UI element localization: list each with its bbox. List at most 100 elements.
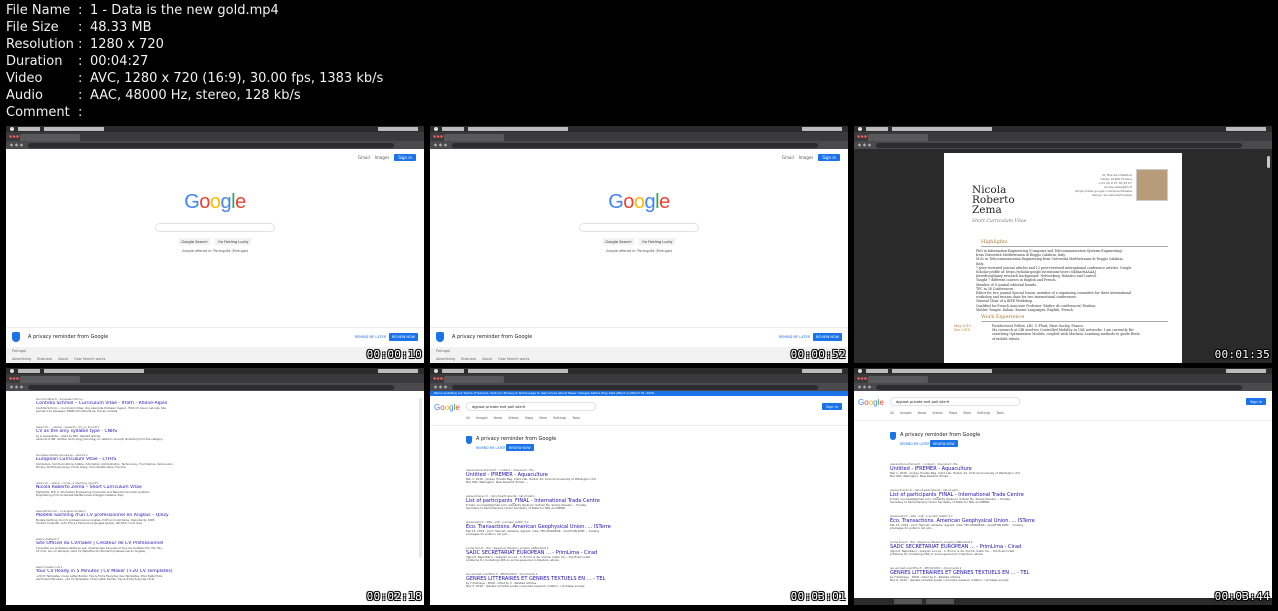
search-result: aquaculture.ifremer.fr › content › downl… — [466, 468, 616, 485]
browser-tab — [868, 134, 928, 141]
scrollbar — [419, 398, 422, 558]
tab-tools: Tools — [996, 411, 1005, 415]
browser-tabbar — [854, 374, 1272, 383]
google-top-links: Gmail Images Sign in — [358, 154, 416, 161]
result-snippet: versions to ISB. Gintikar technology pho… — [36, 437, 164, 441]
remind-later-link: REMIND ME LATER — [476, 446, 506, 450]
meta-row-video: Video : AVC, 1280 x 720 (16:9), 30.00 fp… — [6, 70, 383, 87]
logo-letter: o — [633, 191, 645, 213]
tab-all: All — [466, 416, 470, 420]
file-metadata: File Name : 1 - Data is the new gold.mp4… — [6, 2, 383, 121]
sign-in-button: Sign in — [822, 403, 842, 410]
logo-letter: G — [184, 191, 200, 213]
window-controls-icon — [433, 135, 443, 138]
browser-tab — [868, 376, 928, 383]
remind-later-link: REMIND ME LATER — [354, 335, 386, 339]
gmail-link: Gmail — [782, 155, 794, 160]
browser-tabbar — [430, 374, 848, 383]
meta-separator: : — [78, 54, 83, 69]
thumbnail-search-results-privacy: We're updating our Terms of Service. Vis… — [430, 368, 848, 605]
privacy-title: A privacy reminder from Google — [476, 436, 557, 442]
google-home-page: Gmail Images Sign in Google Google Searc… — [6, 149, 424, 363]
tab-settings: Settings — [977, 411, 991, 415]
meta-key: Comment — [6, 105, 70, 120]
search-buttons: Google Search I'm Feeling Lucky — [178, 238, 252, 245]
meta-key: File Size — [6, 20, 59, 35]
meta-separator: : — [78, 71, 83, 86]
meta-separator: : — [78, 3, 83, 18]
meta-row-file-size: File Size : 48.33 MB — [6, 19, 383, 36]
taskbar-item — [926, 599, 954, 604]
browser-tab — [444, 376, 504, 383]
tab-maps: Maps — [524, 416, 534, 420]
meta-key: Video — [6, 71, 43, 86]
cv-page: Nicola Roberto Zema Short Curriculum Vit… — [944, 153, 1182, 363]
meta-row-duration: Duration : 00:04:27 — [6, 53, 383, 70]
meta-row-comment: Comment : — [6, 104, 383, 121]
tab-images: Images — [475, 416, 488, 420]
privacy-reminder: A privacy reminder from Google REMIND ME… — [430, 327, 848, 347]
logo-letter: e — [879, 398, 884, 407]
result-snippet: privileges for public's roll poll... — [466, 533, 510, 537]
nav-buttons-icon — [433, 385, 449, 389]
result-snippet: privileges for public's roll poll... — [890, 527, 934, 531]
footer-link: Advertising — [436, 357, 456, 361]
meta-value: 48.33 MB — [90, 20, 152, 35]
language-offer: Google offered in: Português (Portugal) — [181, 249, 249, 253]
address-bar — [430, 383, 848, 391]
meta-value: AAC, 48000 Hz, stereo, 128 kb/s — [90, 88, 301, 103]
sign-in-button: Sign in — [818, 154, 840, 161]
footer-links: Advertising Business About How Search wo… — [12, 357, 105, 361]
search-result: www.lri.fr › nzema › nicola_cv_teaching_… — [36, 482, 206, 497]
footer-links: Advertising Business About How Search wo… — [436, 357, 529, 361]
result-snippet: Privacy, Portfolio/Journeys, Fonds Orsay… — [36, 465, 127, 469]
result-snippet: permet à de Giuseppe, 39489 Omnifaculté … — [36, 409, 119, 413]
search-input — [579, 223, 699, 232]
footer-link: About — [482, 357, 493, 361]
tab-videos: Videos — [932, 411, 943, 415]
logo-letter: g — [220, 191, 232, 213]
url-field — [452, 142, 818, 148]
tab-settings: Settings — [553, 416, 567, 420]
footer-link: Business — [461, 357, 477, 361]
privacy-title: A privacy reminder from Google — [900, 432, 981, 438]
scrollbar — [1267, 156, 1270, 168]
footer-link: Advertising — [12, 357, 32, 361]
shield-icon — [12, 332, 20, 342]
lucky-button: I'm Feeling Lucky — [638, 238, 676, 245]
result-snippet: Secretary to Parliamentary Under Secreta… — [466, 507, 566, 511]
google-footer: Portugal Advertising Business About How … — [6, 347, 424, 363]
cv-address: 31 Rue de Chatillon Orsay, 91400 France … — [1075, 173, 1132, 197]
address-bar — [6, 141, 424, 149]
window-controls-icon — [857, 377, 867, 380]
footer-link: How Search works — [74, 357, 106, 361]
tab-news: News — [917, 411, 927, 415]
images-link: Images — [374, 155, 390, 160]
timestamp: 00:00:10 — [366, 348, 422, 361]
meta-separator: : — [78, 37, 83, 52]
highlight-line: Mother Tongue: Italian. Known Languages:… — [976, 307, 1074, 312]
url-field — [452, 384, 818, 390]
window-controls-icon — [9, 135, 19, 138]
remind-later-link: REMIND ME LATER — [900, 442, 930, 446]
logo-letter: e — [235, 191, 246, 213]
review-now-button: REVIEW NOW — [930, 440, 958, 447]
nav-buttons-icon — [857, 385, 873, 389]
apple-icon — [434, 127, 438, 131]
google-logo: Google — [858, 398, 884, 407]
footer-country: Portugal — [12, 349, 27, 353]
shield-icon — [436, 332, 444, 342]
experience-dates: May 2019 – Dec 2019 — [954, 324, 973, 332]
taskbar — [854, 598, 1272, 605]
result-snippet: Get Email Interviews. +20 CV Templates. … — [36, 577, 156, 581]
browser-tab — [20, 134, 80, 141]
meta-key: File Name — [6, 3, 71, 18]
meta-value: 1 - Data is the new gold.mp4 — [90, 3, 279, 18]
results-header: Google djgroot private exit poll site:fr… — [430, 396, 848, 426]
window-controls-icon — [857, 135, 867, 138]
result-snippet: problems for modelling LIDS on some geos… — [466, 559, 559, 563]
nav-buttons-icon — [9, 385, 25, 389]
footer-link: About — [58, 357, 69, 361]
address-bar — [854, 383, 1272, 391]
search-result: euro.frontalier.fr › europass.info/cv/..… — [36, 398, 206, 413]
